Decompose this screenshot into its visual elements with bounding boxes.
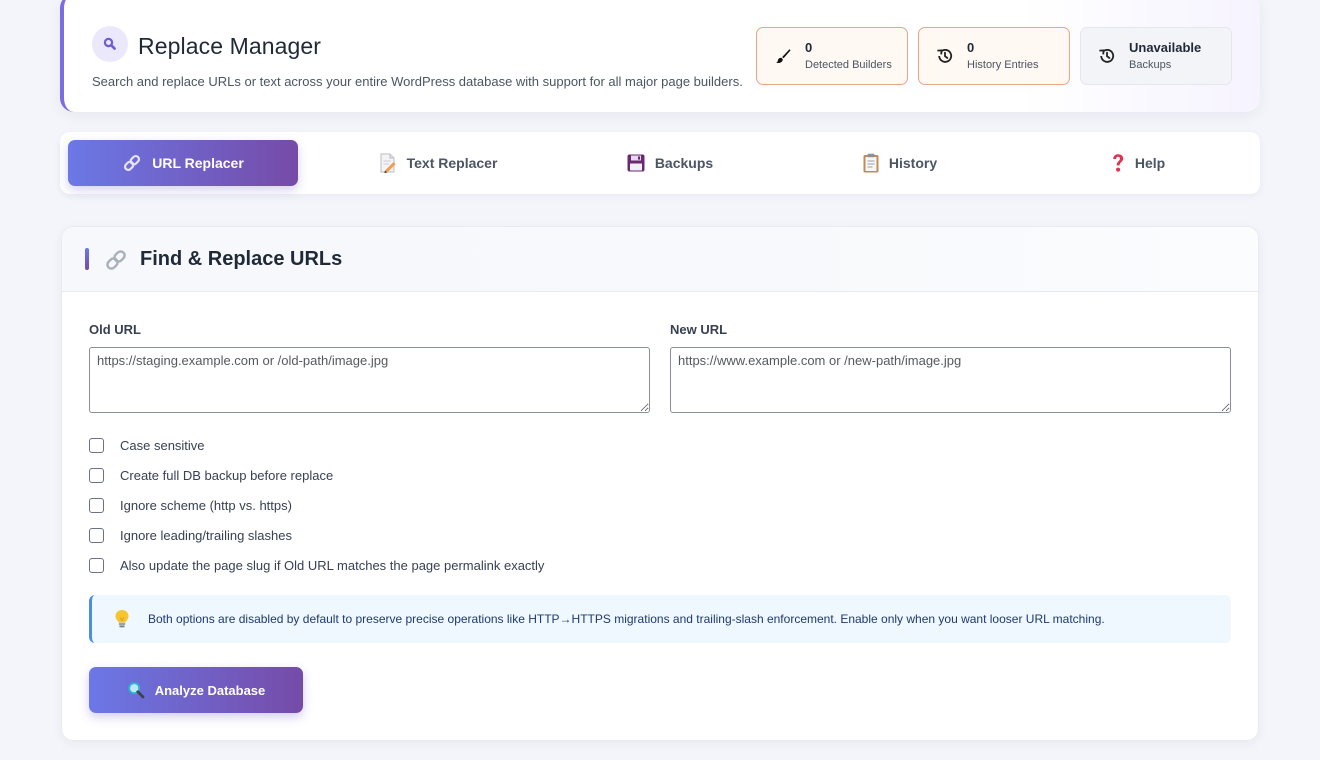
clipboard-icon (863, 153, 879, 173)
header-card: Replace Manager Search and replace URLs … (60, 0, 1260, 112)
tab-help[interactable]: Help (1023, 140, 1253, 186)
header-accent-bar (85, 248, 89, 270)
tab-label: Backups (654, 155, 714, 171)
update-slug-checkbox[interactable] (89, 557, 104, 573)
stat-backups: Unavailable Backups (1080, 27, 1232, 85)
option-create-backup: Create full DB backup before replace (89, 466, 333, 484)
page-subtitle: Search and replace URLs or text across y… (92, 74, 743, 89)
find-replace-card: Find & Replace URLs Old URL New URL Case… (61, 226, 1259, 741)
create-backup-checkbox[interactable] (89, 467, 104, 483)
paintbrush-icon (773, 46, 793, 66)
stat-label: History Entries (967, 58, 1039, 71)
option-case-sensitive: Case sensitive (89, 436, 205, 454)
tab-bar: URL Replacer Text Replacer Backups Histo… (60, 132, 1260, 194)
tab-text-replacer[interactable]: Text Replacer (323, 140, 553, 186)
link-icon (104, 248, 128, 277)
option-label: Ignore leading/trailing slashes (120, 527, 292, 543)
magnifier-icon (127, 681, 145, 699)
new-url-input[interactable] (670, 347, 1231, 413)
option-label: Case sensitive (120, 437, 205, 453)
old-url-label: Old URL (89, 322, 141, 337)
case-sensitive-checkbox[interactable] (89, 437, 104, 453)
stat-label: Detected Builders (805, 58, 892, 71)
option-update-slug: Also update the page slug if Old URL mat… (89, 556, 544, 574)
tab-label: URL Replacer (152, 155, 244, 171)
section-title: Find & Replace URLs (140, 248, 343, 270)
memo-icon (379, 153, 397, 173)
history-icon (935, 46, 955, 66)
stat-value: Unavailable (1129, 39, 1202, 55)
option-label: Ignore scheme (http vs. https) (120, 497, 292, 513)
tab-history[interactable]: History (785, 140, 1015, 186)
question-mark-icon (1111, 153, 1125, 173)
option-ignore-scheme: Ignore scheme (http vs. https) (89, 496, 292, 514)
option-ignore-slashes: Ignore leading/trailing slashes (89, 526, 292, 544)
option-label: Also update the page slug if Old URL mat… (120, 557, 545, 573)
tab-label: History (888, 155, 938, 171)
info-notice: Both options are disabled by default to … (89, 595, 1231, 643)
ignore-scheme-checkbox[interactable] (89, 497, 104, 513)
floppy-disk-icon (627, 154, 645, 172)
search-logo-icon (92, 26, 128, 62)
history-icon (1097, 46, 1117, 66)
tab-backups[interactable]: Backups (555, 140, 785, 186)
old-url-input[interactable] (89, 347, 650, 413)
stat-history-entries: 0 History Entries (918, 27, 1070, 85)
lightbulb-icon (114, 609, 130, 629)
card-header: Find & Replace URLs (62, 227, 1258, 292)
tab-label: Help (1134, 155, 1166, 171)
option-label: Create full DB backup before replace (120, 467, 334, 483)
page-title: Replace Manager (138, 33, 322, 59)
tab-label: Text Replacer (406, 155, 498, 171)
stat-detected-builders: 0 Detected Builders (756, 27, 908, 85)
analyze-database-button[interactable]: Analyze Database (89, 667, 303, 713)
analyze-button-label: Analyze Database (154, 682, 266, 698)
info-text: Both options are disabled by default to … (148, 612, 1105, 626)
new-url-label: New URL (670, 322, 728, 337)
tab-url-replacer[interactable]: URL Replacer (68, 140, 298, 186)
link-icon (122, 153, 142, 173)
stat-value: 0 (805, 39, 813, 55)
stat-value: 0 (967, 39, 975, 55)
ignore-slashes-checkbox[interactable] (89, 527, 104, 543)
stat-label: Backups (1129, 58, 1172, 71)
